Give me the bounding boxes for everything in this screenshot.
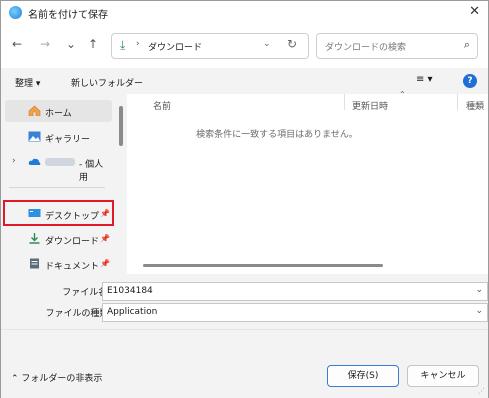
save-form: ファイル名(N): E1034184 ⌄ ファイルの種類(T): Applica… xyxy=(1,274,488,329)
pin-icon: 📌 xyxy=(100,259,110,268)
cancel-button[interactable]: キャンセル xyxy=(407,365,479,387)
pin-icon: 📌 xyxy=(100,234,110,243)
new-folder-button[interactable]: 新しいフォルダー xyxy=(71,76,143,89)
close-icon[interactable]: ✕ xyxy=(469,4,480,19)
column-divider[interactable] xyxy=(457,94,458,110)
sidebar-item-label: - 個人用 xyxy=(79,160,104,183)
breadcrumb-separator-icon: › xyxy=(136,39,140,49)
filename-value: E1034184 xyxy=(107,286,153,296)
refresh-icon[interactable]: ↻ xyxy=(287,37,297,51)
sidebar-item-home[interactable]: ホーム xyxy=(5,100,112,122)
forward-arrow-icon[interactable]: → xyxy=(40,37,50,51)
sidebar-item-label: ドキュメント xyxy=(45,262,100,272)
dialog-title: 名前を付けて保存 xyxy=(28,10,108,21)
command-bar: 整理 ▾ 新しいフォルダー ≡ ▾ ? xyxy=(1,68,488,94)
hide-folders-button[interactable]: ⌃ フォルダーの非表示 xyxy=(11,371,102,384)
resize-grip-icon[interactable]: ⋰ xyxy=(478,387,485,395)
sidebar-item-label: ギャラリー xyxy=(45,135,91,145)
app-icon xyxy=(9,6,22,19)
organize-button[interactable]: 整理 ▾ xyxy=(15,76,40,89)
empty-results-message: 検索条件に一致する項目はありません。 xyxy=(196,130,358,140)
horizontal-scrollbar[interactable] xyxy=(143,264,383,267)
sort-indicator-icon: ⌃ xyxy=(399,90,406,99)
desktop-highlight-box xyxy=(3,200,114,226)
recent-locations-chevron-icon[interactable]: ⌄ xyxy=(66,37,76,51)
sidebar-item-gallery[interactable]: ギャラリー xyxy=(5,126,112,148)
file-list: 名前 更新日時 ⌃ 種類 検索条件に一致する項目はありません。 xyxy=(127,90,488,274)
navigation-bar: ← → ⌄ ↑ ⤓ › ダウンロード ⌄ ↻ ダウンロードの検索 ⌕ xyxy=(1,23,488,68)
filename-field[interactable]: E1034184 ⌄ xyxy=(102,282,488,301)
column-divider[interactable] xyxy=(344,94,345,110)
back-arrow-icon[interactable]: ← xyxy=(12,37,22,51)
navigation-pane: ホーム ギャラリー › - 個人用 デスクトップ 📌 ダウンロード 📌 ドキュメ… xyxy=(1,94,125,274)
sidebar-item-downloads[interactable]: ダウンロード 📌 xyxy=(5,228,112,250)
column-header-type[interactable]: 種類 xyxy=(466,99,484,112)
save-button[interactable]: 保存(S) xyxy=(327,365,399,387)
filetype-select[interactable]: Application ⌄ xyxy=(102,303,488,322)
help-icon[interactable]: ? xyxy=(463,74,477,88)
column-header-modified[interactable]: 更新日時 xyxy=(352,99,388,112)
search-placeholder: ダウンロードの検索 xyxy=(325,43,407,53)
account-name-redacted xyxy=(45,158,75,166)
sidebar-item-onedrive[interactable]: › - 個人用 xyxy=(5,151,112,183)
title-bar: 名前を付けて保存 ✕ xyxy=(1,1,488,23)
sidebar-item-label: ダウンロード xyxy=(45,237,100,247)
search-input[interactable]: ダウンロードの検索 ⌕ xyxy=(316,33,478,59)
document-icon xyxy=(30,258,39,269)
gallery-icon xyxy=(28,131,41,142)
address-dropdown-chevron-icon[interactable]: ⌄ xyxy=(263,39,271,49)
chevron-down-icon[interactable]: ⌄ xyxy=(475,306,483,316)
search-icon[interactable]: ⌕ xyxy=(464,38,470,52)
expand-chevron-icon[interactable]: › xyxy=(12,156,16,166)
sidebar-item-label: ホーム xyxy=(45,109,72,119)
address-bar[interactable]: ⤓ › ダウンロード ⌄ ↻ xyxy=(111,33,309,59)
cloud-icon xyxy=(28,158,41,165)
filetype-value: Application xyxy=(107,307,158,317)
breadcrumb-downloads[interactable]: ダウンロード xyxy=(148,40,202,53)
sidebar-item-documents[interactable]: ドキュメント 📌 xyxy=(5,253,112,275)
chevron-down-icon[interactable]: ⌄ xyxy=(475,285,483,295)
view-options-button[interactable]: ≡ ▾ xyxy=(416,74,433,85)
up-arrow-icon[interactable]: ↑ xyxy=(88,37,98,51)
column-header-name[interactable]: 名前 xyxy=(153,99,171,112)
home-icon xyxy=(28,105,41,116)
sidebar-scrollbar[interactable] xyxy=(119,106,123,146)
download-icon xyxy=(29,233,40,244)
save-as-dialog: 名前を付けて保存 ✕ ← → ⌄ ↑ ⤓ › ダウンロード ⌄ ↻ ダウンロード… xyxy=(0,0,489,398)
dialog-footer: ⌃ フォルダーの非表示 保存(S) キャンセル ⋰ xyxy=(1,329,488,398)
download-icon: ⤓ xyxy=(120,38,126,52)
sidebar-divider xyxy=(9,187,105,188)
